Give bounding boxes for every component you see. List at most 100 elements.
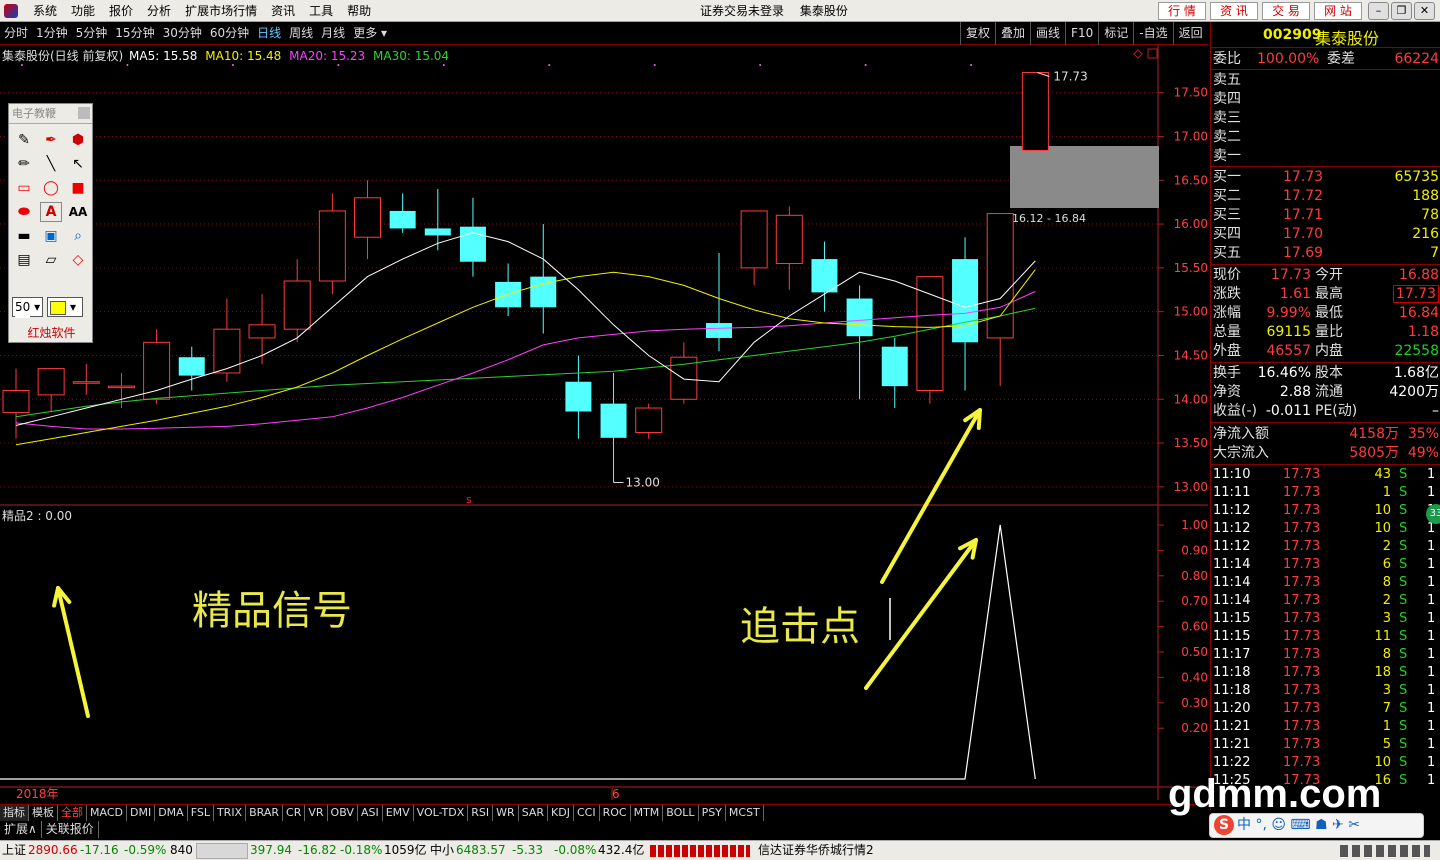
candle[interactable] — [495, 263, 522, 317]
tick-count: 1 — [1427, 575, 1436, 590]
pen-icon[interactable]: ✒ — [40, 130, 62, 150]
sell-row: 卖一 — [1211, 147, 1440, 166]
eraser-icon[interactable]: ✎ — [13, 130, 35, 150]
candle[interactable] — [37, 368, 65, 413]
indicator-tab[interactable]: MACD — [87, 805, 127, 821]
candle[interactable] — [459, 197, 486, 277]
tick-row: 11:18 17.73 18 S 1 — [1211, 664, 1440, 682]
indicator-tab[interactable]: ROC — [600, 805, 631, 821]
diamond-icon[interactable]: ◇ — [67, 250, 89, 270]
indicator-tab[interactable]: PSY — [699, 805, 726, 821]
market-button[interactable]: 资 讯 — [1210, 2, 1258, 20]
restore-icon[interactable]: ❐ — [1391, 2, 1412, 20]
tick-side: S — [1399, 719, 1408, 734]
candle[interactable] — [530, 224, 557, 334]
tick-side: S — [1399, 503, 1408, 518]
black-bar-icon[interactable]: ▬ — [13, 226, 35, 246]
indicator-tab[interactable]: MTM — [631, 805, 664, 821]
tick-row: 11:1217.7310S1 — [1211, 502, 1440, 520]
indicator-tab[interactable]: KDJ — [548, 805, 574, 821]
market-button[interactable]: 交 易 — [1262, 2, 1310, 20]
sh-value: 2890.66 — [28, 843, 78, 857]
market-button[interactable]: 网 站 — [1314, 2, 1362, 20]
indicator-tab[interactable]: 指标 — [0, 805, 29, 821]
candle[interactable] — [740, 210, 768, 286]
indicator-tab[interactable]: MCST — [726, 805, 764, 821]
indicator-tab[interactable]: 全部 — [58, 805, 87, 821]
sell-row: 卖四 — [1211, 90, 1440, 109]
ellipse-outline-icon[interactable]: ◯ — [40, 178, 62, 198]
divider — [1211, 166, 1440, 167]
indicator-tab[interactable]: BRAR — [246, 805, 284, 821]
indicator-tab[interactable]: TRIX — [214, 805, 247, 821]
candle[interactable] — [72, 364, 100, 395]
minimize-icon[interactable]: – — [1368, 2, 1389, 20]
price-chart[interactable]: 17.50 17.00 16.50 16.00 15.50 15.00 14.50 14.00… — [0, 0, 1210, 804]
indicator-tab[interactable]: CR — [283, 805, 306, 821]
candle[interactable] — [881, 337, 908, 409]
tick-volume: 43 — [1374, 467, 1391, 482]
indicator-tab[interactable]: 模板 — [29, 805, 58, 821]
tick-time: 11:14 — [1213, 557, 1251, 572]
weicha-label: 委差 — [1327, 51, 1355, 67]
panel-close-icon[interactable] — [78, 107, 90, 119]
paint-icon[interactable]: ⬢ — [67, 130, 89, 150]
candle[interactable] — [916, 276, 944, 404]
text-aa-icon[interactable]: AA — [67, 202, 89, 222]
open-icon[interactable]: ▱ — [40, 250, 62, 270]
indicator-tab[interactable]: DMA — [155, 805, 188, 821]
stat-row: 涨跌 1.61 最高 17.73 — [1211, 285, 1440, 304]
candle[interactable] — [389, 193, 416, 233]
indicator-tab[interactable]: CCI — [574, 805, 600, 821]
candle[interactable] — [986, 213, 1014, 387]
indicator-tab[interactable]: FSL — [188, 805, 214, 821]
candle[interactable] — [424, 189, 451, 251]
size-select[interactable]: 50 ▾ — [12, 297, 44, 318]
candle[interactable] — [213, 298, 241, 382]
indicator-tab[interactable]: OBV — [328, 805, 358, 821]
indicator-tab[interactable]: EMV — [383, 805, 414, 821]
ellipse-fill-icon[interactable]: ⬬ — [13, 202, 35, 222]
close-icon[interactable]: ✕ — [1414, 2, 1435, 20]
indicator-tab[interactable]: DMI — [127, 805, 156, 821]
indicator-tab[interactable]: VR — [305, 805, 328, 821]
screen-icon[interactable]: ▣ — [40, 226, 62, 246]
candle[interactable] — [248, 294, 276, 365]
ime-toolbar[interactable]: S中 °, ☺ ⌨ ☗ ✈ ✂ — [1209, 813, 1424, 838]
rect-fill-icon[interactable]: ■ — [67, 178, 89, 198]
color-select[interactable]: ▾ — [47, 297, 84, 317]
candle[interactable] — [178, 346, 205, 391]
indicator-tab[interactable]: ASI — [358, 805, 383, 821]
save-icon[interactable]: ▤ — [13, 250, 35, 270]
stat-value: 1.68亿 — [1393, 365, 1439, 381]
brush-icon[interactable]: ✏ — [13, 154, 35, 174]
candle[interactable] — [1021, 72, 1049, 151]
candle[interactable] — [811, 241, 838, 312]
text-a-icon[interactable]: A — [40, 202, 62, 222]
buy-price: 17.72 — [1283, 188, 1324, 204]
indicator-tab[interactable]: SAR — [519, 805, 549, 821]
float-badge[interactable]: 33 — [1426, 504, 1440, 524]
indicator-tab[interactable]: RSI — [468, 805, 494, 821]
candle[interactable] — [318, 193, 346, 295]
indicator-tab[interactable]: VOL-TDX — [414, 805, 469, 821]
buy-level-label: 买二 — [1213, 188, 1241, 204]
candle[interactable] — [2, 368, 30, 439]
market-breadth-bar — [650, 845, 750, 857]
indicator-tab[interactable]: WR — [493, 805, 519, 821]
y-tick-label: 17.50 — [1174, 86, 1208, 100]
arrow-icon[interactable]: ↖ — [67, 154, 89, 174]
candle[interactable] — [354, 180, 381, 260]
extension-tab[interactable]: 关联报价 — [42, 821, 99, 838]
candle[interactable] — [775, 206, 803, 290]
candle[interactable] — [565, 355, 592, 439]
line-icon[interactable]: ╲ — [40, 154, 62, 174]
candle[interactable] — [600, 372, 627, 483]
flow-pct: 49% — [1407, 445, 1439, 461]
indicator-tab[interactable]: BOLL — [663, 805, 699, 821]
tick-volume: 5 — [1382, 737, 1391, 752]
rect-outline-icon[interactable]: ▭ — [13, 178, 35, 198]
candle[interactable] — [635, 403, 663, 439]
extension-tab[interactable]: 扩展∧ — [0, 821, 42, 838]
magnifier-icon[interactable]: ⌕ — [67, 226, 89, 246]
